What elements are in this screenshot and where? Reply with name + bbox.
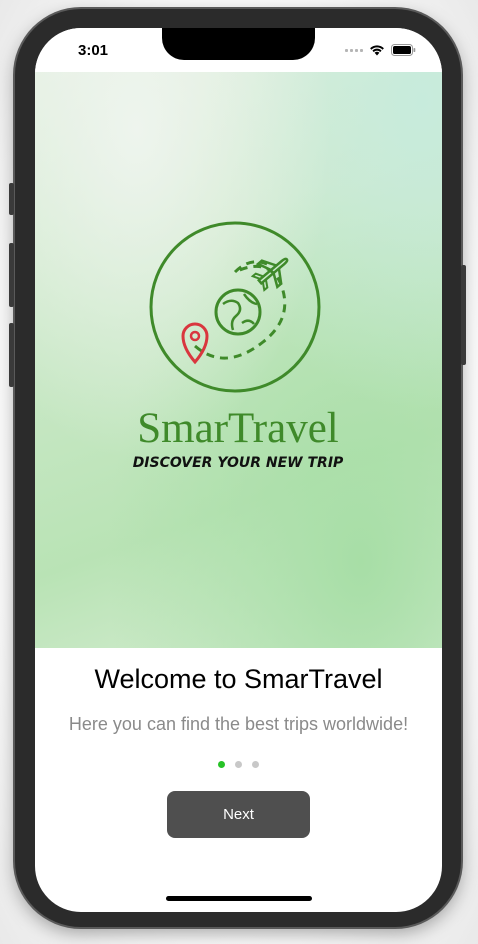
home-indicator[interactable] — [166, 896, 312, 901]
wifi-icon — [370, 45, 384, 56]
notch — [162, 28, 315, 60]
travel-globe-plane-pin-icon — [149, 221, 321, 393]
page-dot-1[interactable] — [218, 761, 225, 768]
brand-tagline: DISCOVER YOUR NEW TRIP — [133, 455, 344, 471]
status-time: 3:01 — [78, 42, 109, 59]
status-icons — [345, 44, 416, 56]
next-button[interactable]: Next — [167, 791, 310, 838]
phone-screen: 3:01 SmarTravel DISCOVER YOUR NEW TRIP W… — [35, 28, 442, 912]
hero-image: SmarTravel DISCOVER YOUR NEW TRIP — [35, 72, 442, 648]
smartravel-logo: SmarTravel DISCOVER YOUR NEW TRIP — [133, 221, 344, 471]
volume-down-button — [9, 323, 14, 387]
page-indicator[interactable] — [35, 761, 442, 768]
page-dot-2[interactable] — [235, 761, 242, 768]
mute-switch — [9, 183, 14, 215]
page-dot-3[interactable] — [252, 761, 259, 768]
battery-icon — [391, 44, 416, 56]
welcome-subtitle: Here you can find the best trips worldwi… — [68, 714, 409, 734]
welcome-title: Welcome to SmarTravel — [94, 664, 383, 694]
power-button — [461, 265, 466, 365]
volume-up-button — [9, 243, 14, 307]
status-bar: 3:01 — [35, 28, 442, 72]
cellular-dots-icon — [345, 48, 363, 52]
brand-name: SmarTravel — [137, 405, 339, 452]
